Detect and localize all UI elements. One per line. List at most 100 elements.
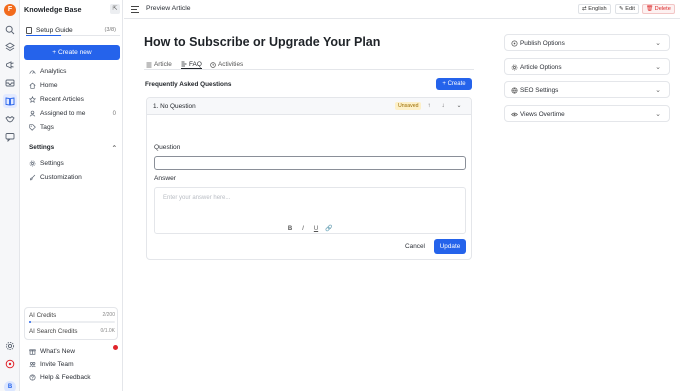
sidebar-item-whats-new[interactable]: What's New — [29, 346, 119, 357]
italic-button[interactable]: I — [299, 225, 307, 233]
underline-button[interactable]: U — [312, 225, 320, 233]
question-input[interactable] — [154, 156, 466, 170]
sidebar-item-help-feedback[interactable]: Help & Feedback — [29, 372, 119, 383]
sidebar-item-settings[interactable]: Settings — [29, 158, 119, 169]
arrow-down-icon[interactable]: ↓ — [439, 102, 447, 110]
settings-section-title: Settings — [29, 144, 55, 151]
seo-icon — [511, 87, 518, 94]
search-icon[interactable] — [5, 25, 15, 35]
setup-guide-label: Setup Guide — [36, 26, 73, 34]
setup-guide-progress — [26, 35, 120, 36]
update-button[interactable]: Update — [434, 239, 466, 254]
edit-button[interactable]: ✎ Edit — [615, 4, 639, 14]
faq-section-title: Frequently Asked Questions — [145, 81, 232, 88]
sidebar-item-label: Settings — [40, 160, 64, 167]
app-logo[interactable]: F — [4, 4, 16, 16]
arrow-up-icon[interactable]: ↑ — [425, 102, 433, 110]
eye-icon — [511, 111, 518, 118]
sidebar-item-label: Customization — [40, 174, 82, 181]
sidebar-item-customization[interactable]: Customization — [29, 172, 119, 183]
ai-search-credits-label: AI Search Credits — [29, 328, 78, 335]
team-icon — [29, 361, 36, 368]
publish-options-panel[interactable]: Publish Options ⌄ — [504, 34, 670, 51]
sidebar-item-label: Invite Team — [40, 361, 74, 368]
ai-credits: AI Credits 2/200 — [29, 312, 115, 319]
sidebar-item-label: Recent Articles — [40, 96, 84, 103]
top-bar: Preview Article ⇄ English ✎ Edit 🗑 Delet… — [124, 0, 680, 19]
chevron-down-icon: ⌄ — [655, 111, 661, 118]
ai-search-credits-value: 0/1.0K — [100, 328, 115, 334]
language-button[interactable]: ⇄ English — [578, 4, 611, 14]
sidebar-item-analytics[interactable]: Analytics — [29, 66, 119, 77]
megaphone-icon[interactable] — [5, 60, 15, 70]
menu-icon[interactable] — [131, 6, 139, 13]
chevron-up-icon: ⌃ — [111, 145, 117, 152]
cancel-button[interactable]: Cancel — [400, 240, 430, 253]
tab-article-label: Article — [154, 61, 172, 68]
faq-item-header[interactable]: 1. No Question Unsaved ↑ ↓ ⌄ — [147, 98, 471, 115]
seo-settings-panel[interactable]: SEO Settings ⌄ — [504, 81, 670, 98]
chevron-down-icon: ⌄ — [655, 40, 661, 47]
avatar[interactable]: B — [4, 381, 16, 391]
publish-options-label: Publish Options — [520, 40, 565, 47]
bold-button[interactable]: B — [286, 225, 294, 233]
chevron-down-icon[interactable]: ⌄ — [455, 102, 463, 110]
layers-icon[interactable] — [5, 42, 15, 52]
ai-search-credits: AI Search Credits 0/1.0K — [29, 328, 115, 335]
settings-icon[interactable] — [5, 341, 15, 351]
sidebar-item-home[interactable]: Home — [29, 80, 119, 91]
ai-credits-bar — [29, 321, 115, 323]
chevron-down-icon: ⌄ — [655, 64, 661, 71]
views-overtime-panel[interactable]: Views Overtime ⌄ — [504, 105, 670, 122]
app-title: Knowledge Base — [24, 5, 82, 14]
help-icon — [29, 374, 36, 381]
create-faq-button[interactable]: + Create — [436, 78, 472, 90]
alert-icon[interactable] — [5, 359, 15, 369]
seo-settings-label: SEO Settings — [520, 87, 559, 94]
answer-placeholder: Enter your answer here... — [163, 195, 231, 201]
sidebar-item-label: Tags — [40, 124, 54, 131]
answer-editor[interactable]: Enter your answer here... B I U 🔗 — [154, 187, 466, 234]
sidebar-item-label: Assigned to me — [40, 110, 86, 117]
ai-credits-fill — [29, 321, 31, 323]
gear-icon — [511, 64, 518, 71]
article-options-panel[interactable]: Article Options ⌄ — [504, 58, 670, 75]
settings-section-header[interactable]: Settings ⌃ — [29, 144, 117, 152]
tab-faq[interactable]: FAQ — [181, 60, 202, 69]
handshake-icon[interactable] — [5, 114, 15, 124]
activity-icon — [210, 61, 216, 68]
status-badge: Unsaved — [395, 102, 422, 110]
setup-guide[interactable]: Setup Guide (3/8) — [26, 25, 120, 35]
notification-dot — [113, 345, 118, 350]
article-options-label: Article Options — [520, 64, 562, 71]
sidebar-header: Knowledge Base ⇱ — [24, 4, 120, 15]
brush-icon — [29, 174, 36, 181]
tab-activities[interactable]: Activities — [210, 60, 243, 69]
guide-icon — [26, 26, 32, 34]
chat-icon[interactable] — [5, 132, 15, 142]
collapse-sidebar-icon[interactable]: ⇱ — [110, 4, 120, 14]
list-icon — [146, 62, 152, 68]
analytics-icon — [29, 68, 36, 75]
inbox-icon[interactable] — [5, 78, 15, 88]
sidebar-item-tags[interactable]: Tags — [29, 122, 119, 133]
sidebar-item-recent-articles[interactable]: Recent Articles — [29, 94, 119, 105]
ai-credits-label: AI Credits — [29, 312, 57, 319]
faq-item-card: 1. No Question Unsaved ↑ ↓ ⌄ Question An… — [146, 97, 472, 260]
sidebar-item-label: What's New — [40, 348, 75, 355]
delete-button[interactable]: 🗑 Delete — [642, 4, 675, 14]
setup-guide-progress-fill — [26, 35, 62, 36]
book-icon[interactable] — [3, 94, 17, 108]
home-icon — [29, 82, 36, 89]
chevron-down-icon: ⌄ — [655, 87, 661, 94]
icon-rail: F B — [0, 0, 20, 391]
link-icon[interactable]: 🔗 — [325, 225, 333, 233]
create-new-button[interactable]: + Create new — [24, 45, 120, 60]
sidebar-item-assigned-to-me[interactable]: Assigned to me 0 — [29, 108, 119, 119]
tab-article[interactable]: Article — [146, 60, 172, 69]
gift-icon — [29, 348, 36, 355]
sidebar-item-invite-team[interactable]: Invite Team — [29, 359, 119, 370]
faq-item-heading: 1. No Question — [153, 103, 196, 110]
tab-faq-label: FAQ — [189, 60, 202, 68]
breadcrumb: Preview Article — [146, 5, 191, 12]
